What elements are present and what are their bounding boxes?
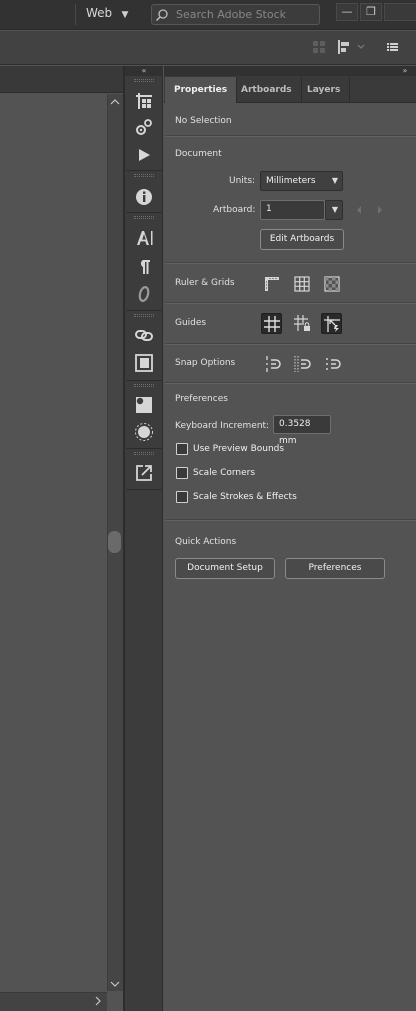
- scale-strokes-label[interactable]: Scale Strokes & Effects: [193, 492, 297, 502]
- show-guides-icon[interactable]: [261, 313, 282, 334]
- asset-export-icon[interactable]: [133, 117, 155, 139]
- search-icon: [155, 8, 169, 22]
- section-divider: [165, 136, 416, 137]
- units-value: Millimeters: [266, 176, 316, 186]
- grid-icon[interactable]: [292, 274, 312, 294]
- scale-strokes-checkbox[interactable]: [176, 491, 188, 503]
- links-icon[interactable]: [133, 324, 155, 346]
- dock-separator: [126, 380, 162, 381]
- snap-options-label: Snap Options: [175, 358, 236, 368]
- libraries-icon[interactable]: [133, 352, 155, 374]
- dock-separator: [126, 212, 162, 213]
- minimize-button[interactable]: —: [336, 3, 358, 21]
- next-artboard-icon[interactable]: [375, 204, 385, 216]
- tab-properties[interactable]: Properties: [165, 77, 238, 103]
- panel-menu-icon[interactable]: [384, 39, 402, 55]
- expand-panel-icon[interactable]: »: [398, 66, 412, 76]
- horizontal-scrollbar[interactable]: [0, 992, 107, 1011]
- section-divider: [165, 383, 416, 384]
- scrollbar-thumb[interactable]: [108, 531, 121, 553]
- snap-to-pixel-icon[interactable]: [292, 354, 312, 374]
- preferences-button[interactable]: Preferences: [285, 558, 385, 579]
- opentype-icon[interactable]: [133, 283, 155, 305]
- align-options-icon[interactable]: [336, 39, 366, 55]
- dock-separator: [126, 310, 162, 311]
- dock-separator: [126, 170, 162, 171]
- character-icon[interactable]: [133, 227, 155, 249]
- dock-grip[interactable]: [134, 384, 154, 387]
- workspace-switcher[interactable]: Web: [86, 6, 112, 20]
- ruler-icon[interactable]: [262, 274, 282, 294]
- panel-header: [164, 66, 416, 76]
- artboards-icon[interactable]: [133, 90, 155, 112]
- dock-grip[interactable]: [134, 452, 154, 455]
- dock-grip[interactable]: [134, 79, 154, 82]
- arrange-documents-icon[interactable]: [311, 39, 329, 55]
- tab-artboards[interactable]: Artboards: [232, 77, 302, 103]
- close-button[interactable]: [384, 3, 416, 21]
- previous-artboard-icon[interactable]: [354, 204, 364, 216]
- section-divider: [165, 520, 416, 521]
- units-dropdown[interactable]: Millimeters ▼: [260, 171, 343, 191]
- dock-grip[interactable]: [134, 174, 154, 177]
- ruler-grids-label: Ruler & Grids: [175, 278, 235, 288]
- chevron-down-icon: ▼: [331, 176, 338, 185]
- document-section-title: Document: [175, 149, 222, 159]
- chevron-down-icon[interactable]: ▼: [119, 6, 131, 24]
- canvas-area[interactable]: [0, 94, 107, 991]
- edit-artboards-button[interactable]: Edit Artboards: [260, 229, 344, 250]
- section-divider: [165, 344, 416, 345]
- actions-icon[interactable]: [133, 144, 155, 166]
- keyboard-increment-label: Keyboard Increment:: [175, 421, 270, 431]
- chevron-down-icon: ▼: [331, 205, 338, 214]
- color-guide-icon[interactable]: [133, 421, 155, 443]
- search-placeholder: Search Adobe Stock: [176, 8, 287, 21]
- smart-guides-icon[interactable]: [321, 313, 342, 334]
- guides-label: Guides: [175, 318, 207, 328]
- separator: [75, 4, 76, 25]
- preferences-section-title: Preferences: [175, 394, 228, 404]
- section-divider: [165, 303, 416, 304]
- document-setup-button[interactable]: Document Setup: [175, 558, 275, 579]
- scale-corners-label[interactable]: Scale Corners: [193, 468, 255, 478]
- dock-grip[interactable]: [134, 216, 154, 219]
- artboard-label: Artboard:: [213, 205, 256, 215]
- dock-separator: [126, 489, 162, 490]
- artboard-dropdown-button[interactable]: ▼: [325, 200, 343, 220]
- scroll-right-icon[interactable]: [92, 995, 104, 1007]
- appearance-icon[interactable]: [133, 394, 155, 416]
- quick-actions-title: Quick Actions: [175, 537, 237, 547]
- artboard-field[interactable]: 1: [260, 200, 325, 220]
- document-tab-strip: [0, 66, 124, 93]
- collapse-dock-icon[interactable]: «: [125, 66, 163, 76]
- paragraph-icon[interactable]: [133, 256, 155, 278]
- scroll-down-icon[interactable]: [108, 978, 122, 990]
- dock-grip[interactable]: [134, 314, 154, 317]
- lock-guides-icon[interactable]: [292, 313, 312, 333]
- snap-to-point-icon[interactable]: [262, 354, 282, 374]
- keyboard-increment-field[interactable]: 0.3528 mm: [273, 415, 331, 446]
- info-icon[interactable]: [133, 186, 155, 208]
- tab-layers[interactable]: Layers: [298, 77, 351, 103]
- section-divider: [165, 263, 416, 264]
- restore-icon: ❐: [366, 5, 376, 18]
- no-selection-label: No Selection: [175, 116, 232, 126]
- use-preview-bounds-label[interactable]: Use Preview Bounds: [193, 444, 284, 454]
- scale-corners-checkbox[interactable]: [176, 467, 188, 479]
- units-label: Units:: [229, 176, 256, 186]
- use-preview-bounds-checkbox[interactable]: [176, 443, 188, 455]
- restore-button[interactable]: ❐: [360, 3, 382, 21]
- minimize-icon: —: [341, 5, 353, 18]
- scroll-up-icon[interactable]: [108, 96, 122, 108]
- dock-separator: [126, 448, 162, 449]
- export-icon[interactable]: [133, 462, 155, 484]
- transparency-grid-icon[interactable]: [322, 274, 342, 294]
- snap-to-glyph-icon[interactable]: [322, 354, 342, 374]
